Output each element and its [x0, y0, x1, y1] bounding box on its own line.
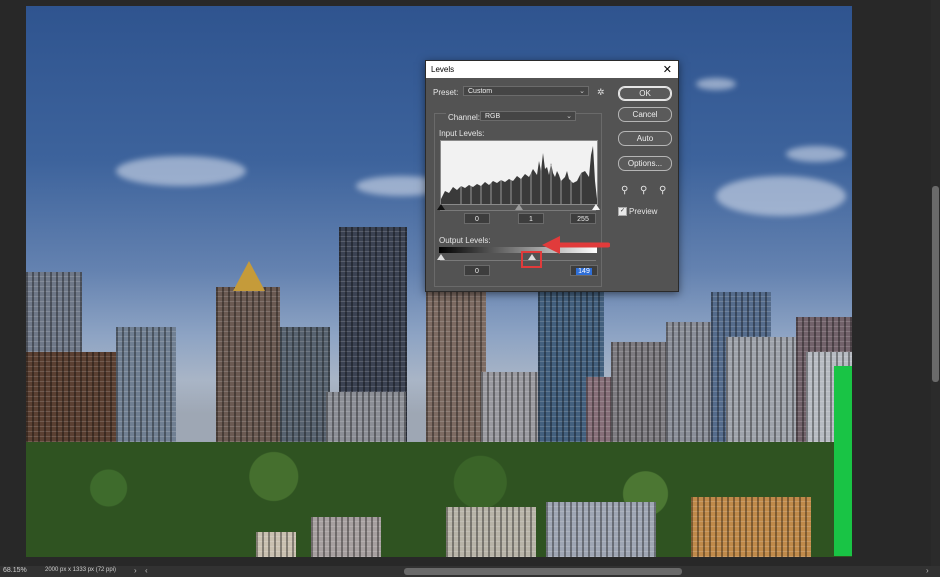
cancel-button[interactable]: Cancel	[618, 107, 672, 122]
gear-icon[interactable]: ✲	[597, 87, 605, 98]
close-icon[interactable]: ✕	[663, 63, 672, 76]
zoom-level[interactable]: 68.15%	[3, 567, 27, 574]
output-white-field[interactable]: 149	[570, 265, 598, 276]
chevron-left-icon[interactable]: ‹	[145, 566, 148, 575]
input-levels-label: Input Levels:	[439, 129, 485, 138]
status-bar: 68.15% 2000 px x 1333 px (72 ppi) › ‹ ›	[0, 566, 940, 577]
output-black-field[interactable]: 0	[464, 265, 490, 276]
output-white-value: 149	[576, 268, 592, 275]
channel-label: Channel:	[446, 113, 483, 122]
input-white-point-handle[interactable]	[592, 204, 600, 210]
preview-label: Preview	[629, 207, 658, 216]
white-eyedropper-icon[interactable]: ⚲	[659, 185, 666, 196]
options-button[interactable]: Options...	[618, 156, 672, 171]
dialog-titlebar[interactable]: Levels ✕	[426, 61, 678, 78]
ok-button[interactable]: OK	[618, 86, 672, 101]
input-black-point-handle[interactable]	[437, 204, 445, 210]
histogram	[440, 140, 598, 205]
horizontal-scroll-thumb[interactable]	[404, 568, 682, 575]
dialog-title: Levels	[431, 65, 455, 74]
auto-button[interactable]: Auto	[618, 131, 672, 146]
black-eyedropper-icon[interactable]: ⚲	[621, 185, 628, 196]
preset-select[interactable]: Custom ⌄	[463, 86, 589, 96]
output-black-handle[interactable]	[437, 254, 445, 260]
preview-checkbox[interactable]: ✓	[618, 207, 627, 216]
preset-value: Custom	[468, 88, 493, 95]
input-black-field[interactable]: 0	[464, 213, 490, 224]
vertical-scrollbar[interactable]	[931, 0, 940, 566]
document-info: 2000 px x 1333 px (72 ppi)	[45, 567, 117, 573]
chevron-down-icon: ⌄	[579, 88, 585, 95]
channel-select[interactable]: RGB ⌄	[480, 111, 576, 121]
preset-label: Preset:	[433, 88, 459, 97]
output-levels-label: Output Levels:	[439, 236, 491, 245]
chevron-right-icon[interactable]: ›	[134, 566, 137, 575]
vertical-scroll-thumb[interactable]	[932, 186, 939, 382]
gray-eyedropper-icon[interactable]: ⚲	[640, 185, 647, 196]
input-midtone-handle[interactable]	[515, 204, 523, 210]
input-slider-track	[440, 210, 596, 211]
chevron-down-icon: ⌄	[566, 113, 572, 120]
channel-value: RGB	[485, 113, 501, 120]
annotation-arrow-icon	[542, 236, 610, 254]
green-building	[834, 366, 852, 556]
chevron-right-icon[interactable]: ›	[926, 566, 929, 575]
output-slider-track	[440, 260, 596, 261]
input-gamma-field[interactable]: 1	[518, 213, 544, 224]
input-white-field[interactable]: 255	[570, 213, 596, 224]
